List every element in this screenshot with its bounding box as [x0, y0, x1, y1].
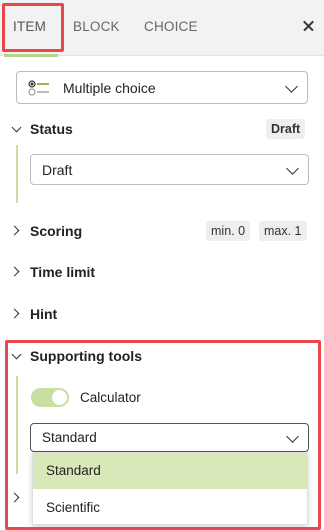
section-title-status[interactable]: Status: [30, 121, 73, 137]
status-select[interactable]: Draft: [30, 154, 309, 185]
active-tab-indicator: [4, 54, 58, 57]
item-type-value: Multiple choice: [63, 80, 156, 96]
chevron-right-icon[interactable]: [9, 308, 20, 319]
item-type-select[interactable]: Multiple choice: [16, 71, 308, 104]
status-select-value: Draft: [42, 162, 73, 178]
highlight-box-supporting-tools: [5, 340, 321, 530]
chevron-down-icon: [285, 80, 298, 93]
tab-block[interactable]: BLOCK: [73, 19, 120, 34]
multiple-choice-icon: [28, 80, 49, 96]
status-badge: Draft: [266, 119, 306, 139]
chevron-right-icon[interactable]: [9, 266, 20, 277]
chevron-down-icon[interactable]: [11, 122, 22, 133]
highlight-box-tab: [2, 3, 64, 52]
scoring-min-badge: min. 0: [206, 221, 251, 241]
scoring-max-badge: max. 1: [259, 221, 307, 241]
tab-choice[interactable]: CHOICE: [144, 19, 198, 34]
section-title-scoring[interactable]: Scoring: [30, 223, 82, 239]
section-indent-line: [16, 145, 18, 203]
section-title-time-limit[interactable]: Time limit: [30, 264, 95, 280]
close-icon[interactable]: [300, 14, 320, 38]
chevron-down-icon: [286, 162, 299, 175]
section-title-hint[interactable]: Hint: [30, 306, 57, 322]
chevron-right-icon[interactable]: [9, 225, 20, 236]
